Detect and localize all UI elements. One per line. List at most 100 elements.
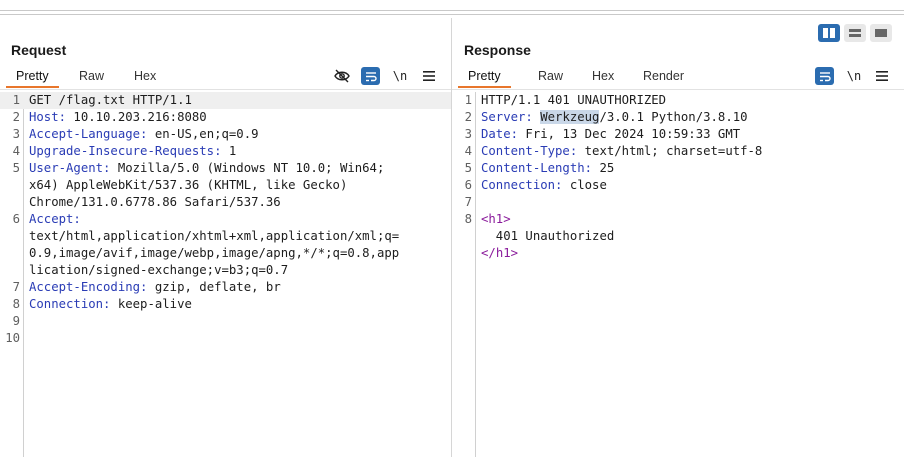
header-name: Content-Type: — [481, 144, 578, 158]
word-wrap-toggle-icon[interactable] — [815, 67, 834, 85]
code-line: 401 Unauthorized — [452, 228, 904, 245]
code-line: 2 Host: 10.10.203.216:8080 — [0, 109, 451, 126]
code-text: GET /flag.txt HTTP/1.1 — [29, 93, 192, 107]
response-tab-pretty[interactable]: Pretty — [458, 66, 511, 88]
response-pane: Response Pretty Raw Hex Render \n 1 HTTP/… — [452, 18, 904, 457]
html-tag: h1 — [495, 246, 511, 260]
line-number: 10 — [5, 331, 20, 345]
code-text: 1 — [221, 144, 237, 158]
line-content: HTTP/1.1 401 UNAUTHORIZED — [481, 92, 666, 109]
code-text: 401 Unauthorized — [481, 229, 615, 243]
line-content: x64) AppleWebKit/537.36 (KHTML, like Gec… — [29, 177, 347, 194]
code-text: Chrome/131.0.6778.86 Safari/537.36 — [29, 195, 281, 209]
code-text: 10.10.203.216:8080 — [66, 110, 207, 124]
code-line: 7 — [452, 194, 904, 211]
line-content: Content-Length: 25 — [481, 160, 614, 177]
line-content: Connection: keep-alive — [29, 296, 192, 313]
header-name: Server: — [481, 110, 533, 124]
request-editor[interactable]: 1 GET /flag.txt HTTP/1.1 2 Host: 10.10.203.… — [0, 92, 451, 457]
code-text: /3.0.1 Python/3.8.10 — [599, 110, 748, 124]
code-line: text/html,application/xhtml+xml,applicat… — [0, 228, 451, 245]
code-line: Chrome/131.0.6778.86 Safari/537.36 — [0, 194, 451, 211]
code-line: lication/signed-exchange;v=b3;q=0.7 — [0, 262, 451, 279]
html-tag: > — [503, 212, 511, 226]
word-wrap-toggle-icon[interactable] — [361, 67, 380, 85]
code-text: text/html; charset=utf-8 — [577, 144, 763, 158]
menu-icon[interactable] — [872, 66, 892, 86]
response-editor[interactable]: 1 HTTP/1.1 401 UNAUTHORIZED 2 Server: Werkz… — [452, 92, 904, 457]
line-number: 1 — [464, 93, 472, 107]
response-tab-hex[interactable]: Hex — [582, 66, 624, 88]
line-number: 8 — [464, 212, 472, 226]
line-content: Accept-Language: en-US,en;q=0.9 — [29, 126, 259, 143]
request-tab-raw[interactable]: Raw — [69, 66, 114, 88]
html-tag: > — [510, 246, 519, 260]
response-code-lines: 1 HTTP/1.1 401 UNAUTHORIZED 2 Server: Werkz… — [452, 92, 904, 262]
code-line: 5 Content-Length: 25 — [452, 160, 904, 177]
window-top-border — [0, 0, 904, 18]
header-name: User-Agent: — [29, 161, 111, 175]
code-line: 8 Connection: keep-alive — [0, 296, 451, 313]
line-content: 401 Unauthorized — [481, 228, 614, 245]
header-name: Connection: — [481, 178, 563, 192]
code-line: 2 Server: Werkzeug/3.0.1 Python/3.8.10 — [452, 109, 904, 126]
line-content: GET /flag.txt HTTP/1.1 — [29, 92, 192, 109]
show-newlines-button[interactable]: \n — [390, 66, 410, 86]
code-text: Mozilla/5.0 (Windows NT 10.0; Win64; — [110, 161, 385, 175]
line-content: Connection: close — [481, 177, 607, 194]
response-tab-raw[interactable]: Raw — [528, 66, 573, 88]
code-line: x64) AppleWebKit/537.36 (KHTML, like Gec… — [0, 177, 451, 194]
request-code-lines: 1 GET /flag.txt HTTP/1.1 2 Host: 10.10.203.… — [0, 92, 451, 347]
response-tab-render[interactable]: Render — [633, 66, 694, 88]
code-text: close — [562, 178, 607, 192]
code-text: 25 — [592, 161, 615, 175]
line-number: 7 — [12, 280, 20, 294]
code-line: 6 Connection: close — [452, 177, 904, 194]
header-name: Accept-Language: — [29, 127, 148, 141]
code-text: Werkzeug — [540, 110, 600, 124]
code-line: 4 Content-Type: text/html; charset=utf-8 — [452, 143, 904, 160]
line-content: 0.9,image/avif,image/webp,image/apng,*/*… — [29, 245, 399, 262]
line-content: Upgrade-Insecure-Requests: 1 — [29, 143, 236, 160]
line-content: lication/signed-exchange;v=b3;q=0.7 — [29, 262, 288, 279]
line-number: 9 — [12, 314, 20, 328]
code-text: x64) AppleWebKit/537.36 (KHTML, like Gec… — [29, 178, 348, 192]
code-text: HTTP/1.1 401 UNAUTHORIZED — [481, 93, 667, 107]
request-tab-pretty[interactable]: Pretty — [6, 66, 59, 88]
request-pane: Request Pretty Raw Hex \n 1 GET /flag.txt… — [0, 18, 452, 457]
header-name: Date: — [481, 127, 519, 141]
code-line: 6 Accept: — [0, 211, 451, 228]
line-number: 1 — [12, 93, 20, 107]
line-number: 2 — [12, 110, 20, 124]
header-name: Connection: — [29, 297, 111, 311]
code-line: 3 Accept-Language: en-US,en;q=0.9 — [0, 126, 451, 143]
line-content: Host: 10.10.203.216:8080 — [29, 109, 207, 126]
line-number: 2 — [464, 110, 472, 124]
header-name: Accept-Encoding: — [29, 280, 148, 294]
line-content: Date: Fri, 13 Dec 2024 10:59:33 GMT — [481, 126, 740, 143]
line-number: 6 — [12, 212, 20, 226]
line-number: 4 — [464, 144, 472, 158]
line-number: 5 — [12, 161, 20, 175]
line-number: 4 — [12, 144, 20, 158]
code-line: 7 Accept-Encoding: gzip, deflate, br — [0, 279, 451, 296]
line-number: 3 — [12, 127, 20, 141]
code-line: 0.9,image/avif,image/webp,image/apng,*/*… — [0, 245, 451, 262]
line-content: Accept: — [29, 211, 81, 228]
header-name: Accept: — [29, 212, 81, 226]
code-text: gzip, deflate, br — [147, 280, 281, 294]
show-newlines-button[interactable]: \n — [844, 66, 864, 86]
menu-icon[interactable] — [419, 66, 439, 86]
request-title: Request — [11, 42, 67, 58]
line-content: User-Agent: Mozilla/5.0 (Windows NT 10.0… — [29, 160, 384, 177]
request-tab-hex[interactable]: Hex — [124, 66, 166, 88]
response-title: Response — [464, 42, 531, 58]
header-name: Content-Length: — [481, 161, 593, 175]
line-content: Accept-Encoding: gzip, deflate, br — [29, 279, 281, 296]
code-text: 0.9,image/avif,image/webp,image/apng,*/*… — [29, 246, 400, 260]
line-number: 6 — [464, 178, 472, 192]
hide-nonprintable-icon[interactable] — [332, 66, 352, 86]
code-line: </h1> — [452, 245, 904, 262]
html-tag: h1 — [488, 212, 504, 226]
code-text: text/html,application/xhtml+xml,applicat… — [29, 229, 400, 243]
